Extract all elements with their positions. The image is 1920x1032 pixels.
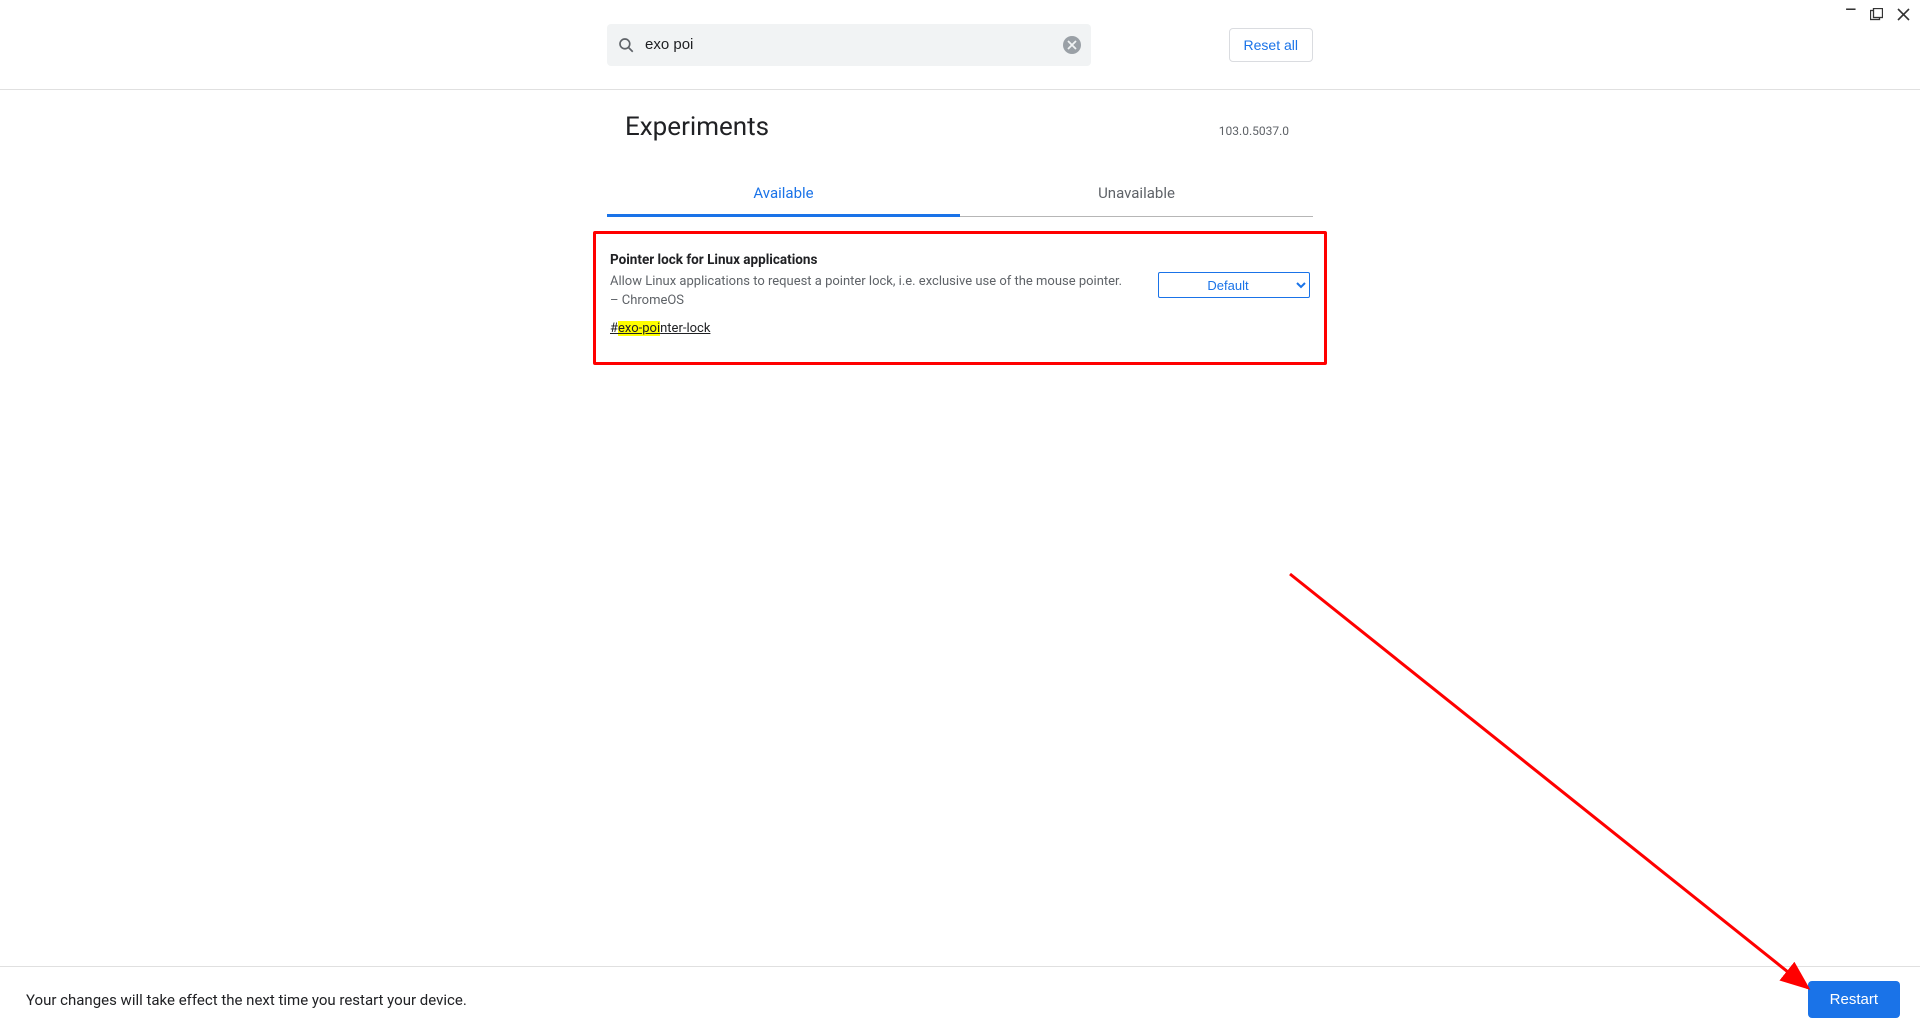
restart-bar: Your changes will take effect the next t…	[0, 966, 1920, 1032]
flag-text: Pointer lock for Linux applications Allo…	[610, 252, 1130, 336]
search-icon	[617, 36, 635, 54]
tab-unavailable[interactable]: Unavailable	[960, 172, 1313, 216]
flag-anchor-prefix: #	[610, 321, 618, 336]
reset-all-button[interactable]: Reset all	[1229, 28, 1313, 62]
page-title: Experiments	[625, 112, 769, 142]
restart-message: Your changes will take effect the next t…	[26, 991, 467, 1009]
annotation-highlight-box: Pointer lock for Linux applications Allo…	[593, 231, 1327, 365]
tab-available[interactable]: Available	[607, 172, 960, 216]
search-input[interactable]	[645, 36, 1063, 53]
flag-anchor-highlight: exo-poi	[618, 321, 660, 336]
flag-title: Pointer lock for Linux applications	[610, 252, 1130, 268]
flag-row: Pointer lock for Linux applications Allo…	[610, 252, 1310, 336]
flag-anchor-link[interactable]: #exo-pointer-lock	[610, 321, 710, 336]
flags-list: Pointer lock for Linux applications Allo…	[607, 231, 1313, 365]
flag-anchor-rest: nter-lock	[660, 321, 710, 336]
topbar-inner: Reset all	[607, 24, 1313, 66]
topbar: Reset all	[0, 0, 1920, 90]
restart-button[interactable]: Restart	[1808, 981, 1900, 1018]
flag-description: Allow Linux applications to request a po…	[610, 273, 1130, 311]
search-box[interactable]	[607, 24, 1091, 66]
flag-state-select[interactable]: Default	[1158, 272, 1310, 298]
version-label: 103.0.5037.0	[1219, 124, 1289, 138]
tabs: Available Unavailable	[607, 172, 1313, 217]
clear-search-icon[interactable]	[1063, 36, 1081, 54]
heading-row: Experiments 103.0.5037.0	[607, 112, 1313, 142]
main-content: Experiments 103.0.5037.0 Available Unava…	[607, 90, 1313, 365]
